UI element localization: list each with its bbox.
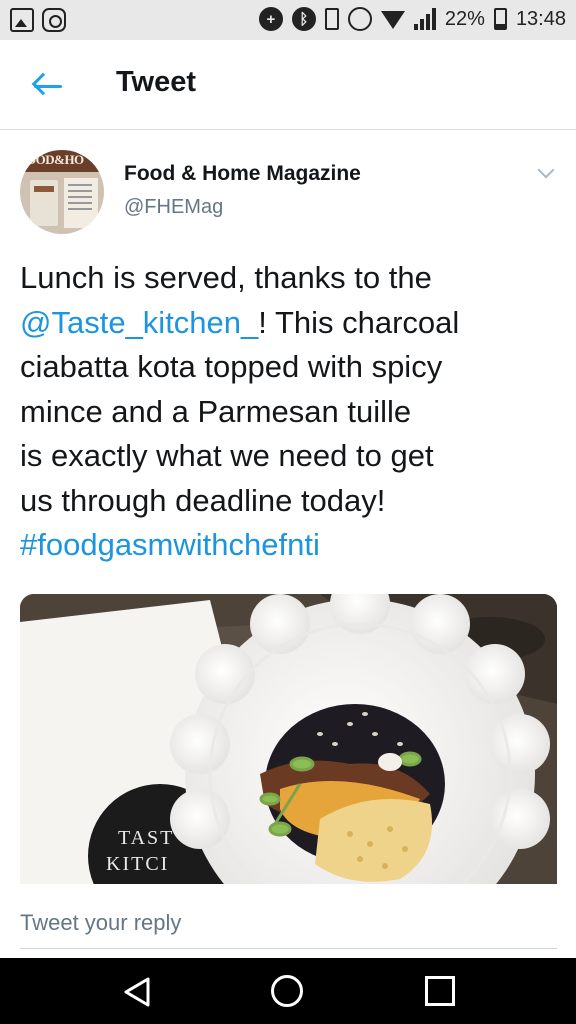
- status-bar: + ᛒ 22% 13:48: [0, 0, 576, 40]
- tweet-line: us through deadline today!: [20, 482, 386, 518]
- bluetooth-icon: ᛒ: [291, 7, 316, 31]
- battery-percent: 22%: [444, 7, 485, 30]
- author-name[interactable]: Food & Home Magazine: [124, 162, 361, 186]
- reply-underline: [20, 948, 557, 949]
- circle-home-icon[interactable]: [271, 975, 303, 1007]
- tweet-line: Lunch is served, thanks to the: [20, 260, 432, 295]
- chevron-down-icon[interactable]: [537, 161, 555, 179]
- arrow-left-icon[interactable]: [26, 66, 66, 106]
- tweet-line: is exactly what we need to get: [20, 438, 434, 473]
- tweet-line: @Taste_kitchen_! This charcoal: [20, 304, 460, 340]
- tweet-line: mince and a Parmesan tuille: [20, 393, 412, 429]
- square-recents-icon[interactable]: [425, 976, 455, 1006]
- status-bar-left: [10, 8, 66, 32]
- triangle-back-icon[interactable]: [122, 976, 152, 1008]
- gallery-icon: [10, 8, 34, 32]
- vibrate-icon: [324, 8, 339, 30]
- app-header: Tweet: [0, 40, 576, 130]
- photo-card-text: TAST: [118, 827, 174, 849]
- alarm-icon: [347, 7, 372, 31]
- wifi-icon: [380, 11, 405, 29]
- status-bar-right: + ᛒ 22% 13:48: [258, 7, 566, 31]
- tweet-text: Lunch is served, thanks to the @Taste_ki…: [20, 256, 560, 568]
- avatar-logo-text: OOD&HO: [26, 152, 84, 167]
- instagram-icon: [42, 8, 66, 32]
- tweet-line: #foodgasmwithchefnti: [20, 523, 560, 568]
- reply-bar: Tweet your reply: [0, 884, 576, 958]
- navigation-bar: [0, 958, 576, 1024]
- avatar[interactable]: OOD&HO: [20, 150, 104, 234]
- reply-input[interactable]: Tweet your reply: [20, 910, 181, 936]
- tweet-photo[interactable]: TAST KITCI: [20, 594, 557, 884]
- page-title: Tweet: [116, 66, 197, 98]
- hashtag-link[interactable]: #foodgasmwithchefnti: [20, 527, 320, 562]
- clock: 13:48: [515, 7, 566, 30]
- signal-icon: [413, 8, 436, 30]
- mention-link[interactable]: @Taste_kitchen_: [20, 305, 258, 340]
- tweet-line: ciabatta kota topped with spicy: [20, 349, 443, 384]
- data-saver-icon: +: [258, 7, 283, 31]
- photo-card-text: KITCI: [106, 853, 169, 875]
- battery-icon: [493, 8, 507, 30]
- author-handle[interactable]: @FHEMag: [124, 196, 223, 219]
